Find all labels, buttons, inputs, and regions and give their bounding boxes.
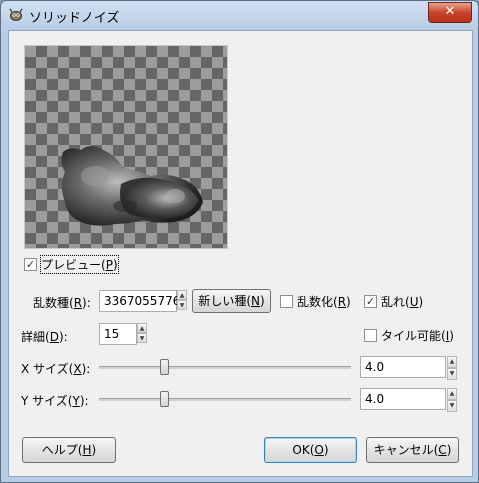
detail-label: 詳細(D): bbox=[21, 330, 68, 344]
seed-input[interactable]: 3367055776 bbox=[99, 290, 180, 312]
gimp-app-icon bbox=[9, 8, 23, 21]
detail-spinner[interactable]: ▲ ▼ bbox=[137, 323, 147, 345]
y-size-slider-thumb[interactable] bbox=[159, 391, 169, 407]
ok-button[interactable]: OK(O) bbox=[264, 437, 357, 463]
window-title: ソリッドノイズ bbox=[29, 11, 120, 26]
seed-spin-down-icon[interactable]: ▼ bbox=[177, 300, 187, 310]
preview-label: プレビュー(P) bbox=[40, 255, 119, 274]
tileable-checkbox[interactable] bbox=[364, 329, 377, 342]
y-size-spin-up-icon[interactable]: ▲ bbox=[447, 388, 457, 400]
y-size-input[interactable]: 4.0 bbox=[360, 388, 446, 410]
x-size-spin-up-icon[interactable]: ▲ bbox=[447, 356, 457, 368]
seed-label: 乱数種(R): bbox=[33, 296, 91, 310]
randomize-checkbox[interactable] bbox=[280, 295, 293, 308]
dialog-client-area: ✓ プレビュー(P) 乱数種(R): 3367055776 ▲ ▼ 新しい種(N… bbox=[8, 30, 473, 477]
seed-spinner[interactable]: ▲ ▼ bbox=[177, 290, 187, 312]
x-size-spin-down-icon[interactable]: ▼ bbox=[447, 368, 457, 380]
close-icon: ✕ bbox=[444, 4, 456, 19]
check-icon: ✓ bbox=[365, 295, 376, 308]
cancel-button[interactable]: キャンセル(C) bbox=[366, 437, 459, 463]
noise-preview-image bbox=[61, 146, 204, 226]
help-button[interactable]: ヘルプ(H) bbox=[22, 437, 116, 463]
y-size-spin-down-icon[interactable]: ▼ bbox=[447, 400, 457, 412]
title-bar[interactable]: ソリッドノイズ ✕ bbox=[1, 1, 478, 29]
noise-preview bbox=[24, 45, 228, 249]
y-size-label: Y サイズ(Y): bbox=[21, 394, 89, 408]
detail-spin-up-icon[interactable]: ▲ bbox=[137, 323, 147, 333]
randomize-label: 乱数化(R) bbox=[297, 295, 351, 309]
tileable-label: タイル可能(I) bbox=[381, 329, 454, 343]
seed-spin-up-icon[interactable]: ▲ bbox=[177, 290, 187, 300]
dialog-window: ソリッドノイズ ✕ ✓ プレビュー(P) 乱数種(R): 3367055776 … bbox=[0, 0, 479, 483]
x-size-slider-thumb[interactable] bbox=[159, 359, 169, 375]
y-size-spinner[interactable]: ▲ ▼ bbox=[447, 388, 457, 412]
x-size-slider-track[interactable] bbox=[99, 366, 351, 369]
new-seed-button[interactable]: 新しい種(N) bbox=[192, 289, 271, 313]
close-button[interactable]: ✕ bbox=[428, 2, 472, 23]
turbulent-label: 乱れ(U) bbox=[381, 295, 424, 309]
y-size-slider-track[interactable] bbox=[99, 398, 351, 401]
detail-input[interactable]: 15 bbox=[99, 323, 137, 345]
preview-checkbox[interactable]: ✓ bbox=[24, 258, 37, 271]
x-size-spinner[interactable]: ▲ ▼ bbox=[447, 356, 457, 380]
check-icon: ✓ bbox=[25, 258, 36, 271]
x-size-input[interactable]: 4.0 bbox=[360, 356, 446, 378]
detail-spin-down-icon[interactable]: ▼ bbox=[137, 333, 147, 343]
turbulent-checkbox[interactable]: ✓ bbox=[364, 295, 377, 308]
x-size-label: X サイズ(X): bbox=[21, 362, 91, 376]
